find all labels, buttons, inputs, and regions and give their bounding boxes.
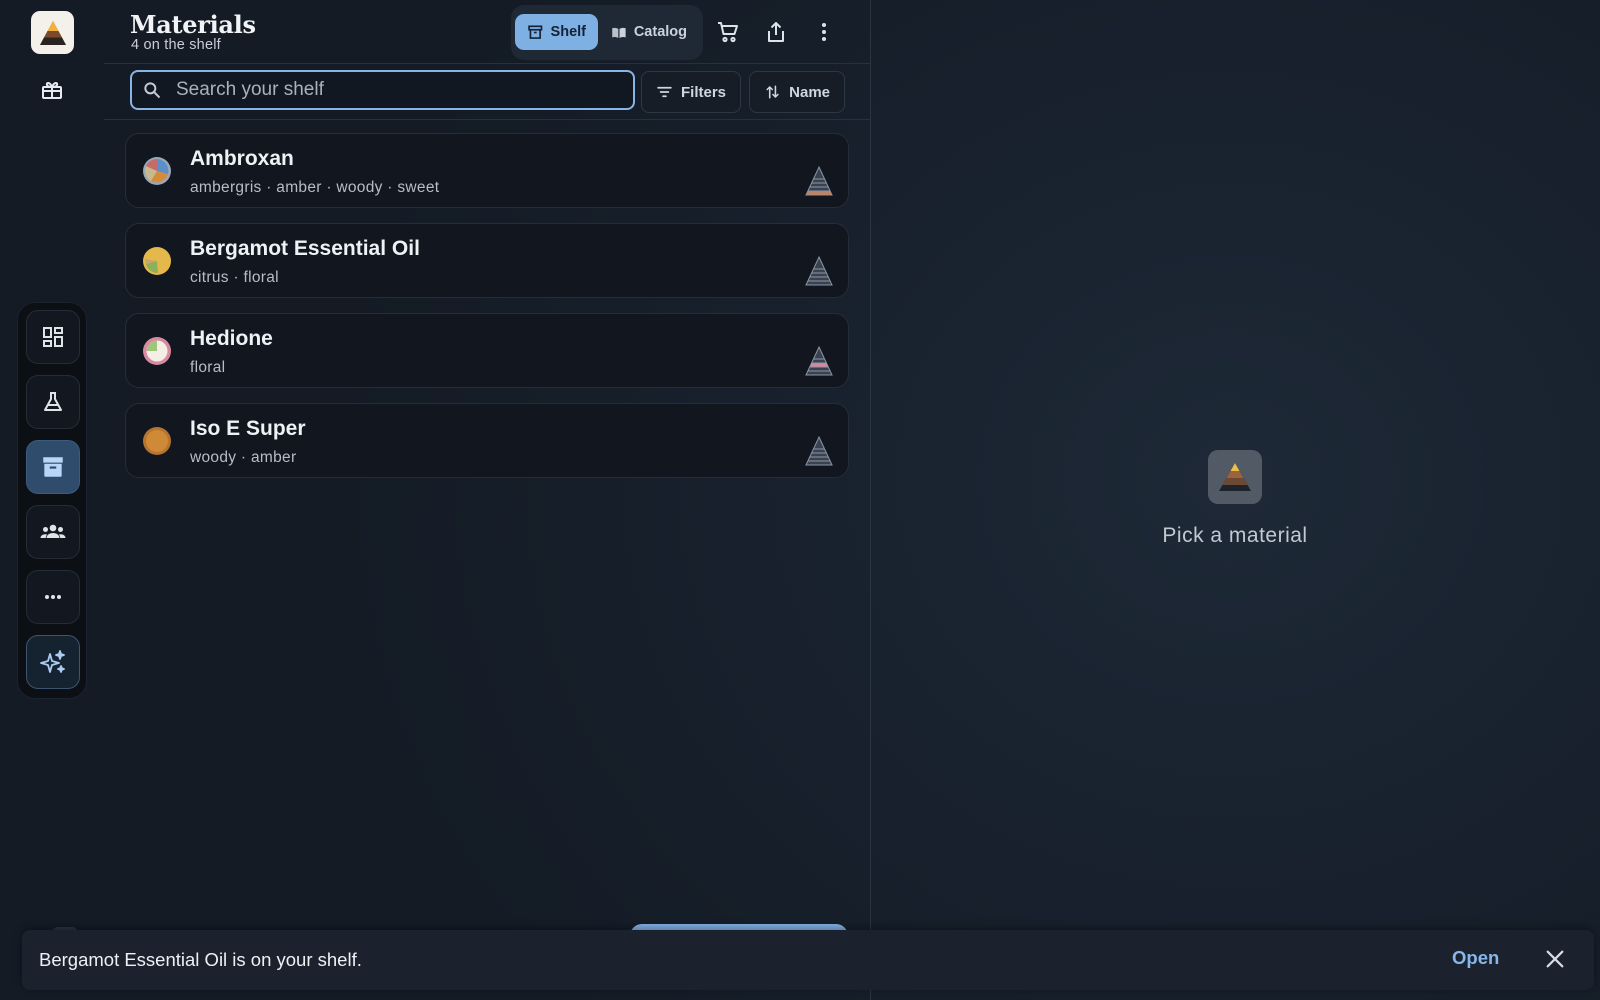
cart-button[interactable] (714, 18, 742, 46)
more-horiz-icon (45, 595, 61, 599)
archive-icon (528, 24, 543, 39)
nav-dashboard-button[interactable] (26, 310, 80, 364)
filters-button[interactable]: Filters (641, 71, 741, 113)
material-card-iso-e-super[interactable]: Iso E Super woody · amber (125, 403, 849, 478)
cart-icon (718, 22, 738, 43)
more-options-button[interactable] (810, 18, 838, 46)
page-title: Materials (130, 10, 256, 39)
pane-divider (870, 0, 871, 1000)
nav-community-button[interactable] (26, 505, 80, 559)
material-name: Hedione (190, 327, 273, 350)
nav-ai-button[interactable] (26, 635, 80, 689)
share-icon (768, 22, 784, 42)
sort-button[interactable]: Name (749, 71, 845, 113)
note-pyramid-icon (805, 255, 833, 286)
book-open-icon (612, 27, 626, 38)
nav-shelf-button[interactable] (26, 440, 80, 494)
sparkle-icon (40, 650, 65, 673)
catalog-tab-label: Catalog (633, 24, 687, 40)
snackbar: Bergamot Essential Oil is on your shelf.… (22, 930, 1594, 990)
material-name: Ambroxan (190, 147, 294, 170)
catalog-tab[interactable]: Catalog (599, 14, 699, 50)
search-icon (144, 82, 161, 99)
shelf-tab-label: Shelf (550, 24, 586, 40)
shelf-count: 4 on the shelf (131, 37, 221, 53)
note-pyramid-icon (805, 165, 833, 196)
material-tags: ambergris · amber · woody · sweet (190, 179, 440, 196)
material-tags: floral (190, 359, 226, 376)
material-tags: woody · amber (190, 449, 297, 466)
shelf-tab[interactable]: Shelf (515, 14, 598, 50)
note-pyramid-icon (805, 345, 833, 376)
filters-label: Filters (680, 83, 726, 101)
app-logo[interactable] (31, 11, 74, 54)
more-vert-icon (822, 23, 826, 41)
toolbar-divider (104, 119, 870, 120)
nav-more-button[interactable] (26, 570, 80, 624)
material-card-hedione[interactable]: Hedione floral (125, 313, 849, 388)
scent-wheel-icon (143, 247, 171, 275)
scent-wheel-icon (143, 157, 171, 185)
left-rail (0, 0, 104, 1000)
snackbar-message: Bergamot Essential Oil is on your shelf. (39, 949, 362, 970)
material-card-ambroxan[interactable]: Ambroxan ambergris · amber · woody · swe… (125, 133, 849, 208)
search-box[interactable] (130, 70, 635, 110)
group-icon (40, 524, 66, 538)
sort-icon (766, 85, 779, 99)
material-tags: citrus · floral (190, 269, 279, 286)
filter-icon (657, 86, 672, 98)
archive-icon (43, 457, 63, 477)
share-button[interactable] (762, 18, 790, 46)
header-divider (104, 63, 870, 64)
gift-icon[interactable] (37, 75, 67, 105)
material-name: Iso E Super (190, 417, 306, 440)
material-card-bergamot[interactable]: Bergamot Essential Oil citrus · floral (125, 223, 849, 298)
view-toggle: Shelf Catalog (511, 5, 703, 60)
sort-label: Name (789, 83, 830, 101)
search-input[interactable] (176, 72, 633, 108)
close-icon (1546, 950, 1564, 968)
note-pyramid-icon (805, 435, 833, 466)
pyramid-logo-icon (39, 20, 66, 45)
pyramid-icon (1219, 463, 1251, 491)
dashboard-icon (43, 327, 63, 347)
empty-state-icon (1208, 450, 1262, 504)
empty-state-text: Pick a material (1162, 524, 1308, 547)
nav-lab-button[interactable] (26, 375, 80, 429)
flask-icon (44, 392, 62, 411)
nav-dock (17, 302, 87, 699)
material-name: Bergamot Essential Oil (190, 237, 420, 260)
snackbar-open-button[interactable]: Open (1452, 947, 1499, 969)
scent-wheel-icon (143, 337, 171, 365)
snackbar-close-button[interactable] (1542, 946, 1568, 972)
scent-wheel-icon (143, 427, 171, 455)
